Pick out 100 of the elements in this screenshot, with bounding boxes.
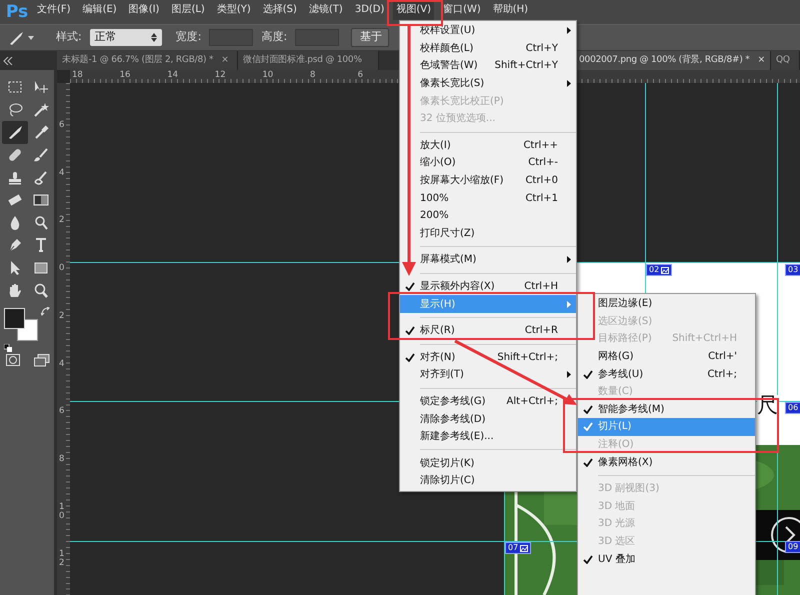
eyedropper-icon (33, 124, 49, 140)
knife-icon (8, 30, 26, 46)
menu-item[interactable]: 标尺(R) Ctrl+R (400, 322, 576, 340)
height-label: 高度: (261, 29, 288, 46)
move-icon (33, 79, 49, 96)
width-label: 宽度: (176, 29, 202, 46)
ruler-number: 8 (59, 454, 64, 464)
menu-item[interactable]: 清除参考线(D) (400, 410, 576, 428)
magnifier-icon (33, 214, 49, 231)
shortcut: Ctrl+; (707, 368, 737, 382)
menu-item[interactable]: 校样颜色(L) Ctrl+Y (400, 40, 576, 58)
menu-item[interactable]: 智能参考线(M) (578, 400, 755, 418)
menu-item[interactable]: 像素长宽比(S) (400, 74, 576, 92)
type-tool-icon (33, 237, 49, 254)
brush-icon (33, 147, 49, 164)
shortcut: Shift+Ctrl+Y (494, 59, 558, 74)
ruler-number: 18 (72, 71, 83, 80)
height-field[interactable] (295, 29, 340, 46)
lasso-icon (7, 102, 23, 118)
style-label: 样式: (56, 29, 82, 46)
menu-item[interactable]: 对齐(N) Shift+Ctrl+; (400, 348, 576, 366)
ruler-number: 16 (120, 71, 130, 80)
ruler-number: 12 (214, 71, 226, 80)
menu-item[interactable]: 缩小(O) Ctrl+- (400, 154, 576, 172)
menu-item[interactable]: 网格(G) Ctrl+' (578, 348, 755, 366)
eraser-icon (7, 192, 23, 208)
ruler-number: 2 (59, 216, 64, 226)
app-logo: Ps (4, 1, 30, 24)
slice-label: 02 (646, 264, 672, 276)
menu-bar-item[interactable]: 滤镜(T) (306, 0, 346, 20)
menu-bar-item[interactable]: 图像(I) (126, 0, 162, 20)
menu-item[interactable]: 打印尺寸(Z) (400, 224, 576, 242)
menu-item[interactable]: 参考线(U) Ctrl+; (578, 365, 755, 383)
ruler-number: 4 (59, 360, 64, 368)
width-field[interactable] (209, 29, 254, 46)
shortcut: Ctrl+H (524, 280, 558, 294)
menu-item[interactable]: 200% (400, 206, 576, 225)
menu-bar-item[interactable]: 编辑(E) (80, 0, 120, 20)
magic-wand-icon (33, 102, 49, 118)
slice-label: 09 (785, 541, 800, 553)
menu-item[interactable]: 新建参考线(E)... (400, 428, 576, 446)
document-tab[interactable]: 未标题-1 @ 66.7% (图层 2, RGB/8) * × (57, 51, 238, 70)
menu-bar-item[interactable]: 类型(Y) (214, 0, 254, 20)
menu-bar-item[interactable]: 图层(L) (168, 0, 208, 20)
shortcut: Shift+Ctrl+; (497, 350, 558, 365)
screen-mode-icon (34, 354, 50, 367)
hand-icon (7, 282, 23, 299)
caret-icon (28, 36, 34, 40)
ruler-number: 6 (59, 121, 64, 130)
shortcut: Shift+Ctrl+H (672, 332, 737, 346)
menu-item[interactable]: 对齐到(T) (400, 366, 576, 384)
menu-item[interactable]: 屏幕模式(M) (400, 251, 576, 269)
shortcut: Ctrl+Y (526, 42, 558, 56)
ruler-number: 12 (59, 550, 64, 568)
gradient-icon (33, 192, 49, 208)
menu-bar-item[interactable]: 选择(S) (260, 0, 300, 20)
document-tab[interactable]: 0002007.png @ 100% (背景, RGB/8#) * × (574, 51, 771, 70)
shortcut: Ctrl+- (528, 156, 558, 170)
slice-label: 07 (505, 542, 532, 554)
marquee-icon (7, 79, 23, 96)
shortcut: Ctrl++ (523, 138, 558, 153)
menu-bar-item[interactable]: 视图(V) (393, 0, 434, 20)
menu-bar-item[interactable]: 3D(D) (352, 0, 388, 20)
document-tab[interactable]: 微信封面图标准.psd @ 100% (238, 51, 380, 70)
ruler-number: 8 (310, 71, 316, 80)
ruler-number: 2 (59, 312, 64, 321)
document-tab[interactable]: QQ (770, 51, 800, 70)
menu-bar-item[interactable]: 帮助(H) (490, 0, 532, 20)
close-button[interactable]: × (221, 54, 229, 68)
menu-item[interactable]: 放大(I) Ctrl++ (400, 136, 576, 154)
ruler-number: 10 (59, 502, 64, 520)
shortcut: Ctrl+1 (525, 192, 558, 206)
menu-item[interactable]: 色域警告(W) Shift+Ctrl+Y (400, 57, 576, 75)
menu-item[interactable]: 清除切片(C) (400, 472, 576, 490)
zoom-icon (33, 282, 49, 299)
collapse-icon (3, 56, 13, 64)
ruler-number: 14 (167, 71, 178, 80)
color-swatches-drawing (4, 308, 38, 341)
menu-bar-item[interactable]: 窗口(W) (440, 0, 484, 20)
menu-item[interactable]: 图层边缘(E) (578, 295, 755, 313)
menu-item[interactable]: 锁定切片(K) (400, 454, 576, 472)
stamp-icon (7, 170, 23, 186)
pen-icon (7, 237, 23, 254)
close-button[interactable]: × (758, 54, 765, 68)
menu-item[interactable]: 按屏幕大小缩放(F) Ctrl+0 (400, 172, 576, 190)
menu-item[interactable]: 显示额外内容(X) Ctrl+H (400, 278, 576, 296)
menu-item[interactable]: UV 叠加 (578, 550, 755, 568)
highlight-box (387, 0, 443, 26)
menu-item[interactable]: 100% Ctrl+1 (400, 189, 576, 207)
shortcut: Ctrl+0 (525, 174, 558, 188)
ruler-number: 4 (59, 168, 64, 178)
button[interactable]: 基于 (351, 28, 390, 47)
ruler-number: 6 (358, 71, 364, 80)
menu-item[interactable]: 像素网格(X) (578, 453, 755, 471)
tool-button[interactable] (2, 121, 28, 144)
menu-item[interactable]: 锁定参考线(G) Alt+Ctrl+; (400, 392, 576, 410)
brush-icon (33, 170, 49, 186)
slice-label: 03 (785, 264, 800, 276)
menu-bar-item[interactable]: 文件(F) (34, 0, 74, 20)
style-select[interactable]: 正常 (90, 29, 162, 46)
